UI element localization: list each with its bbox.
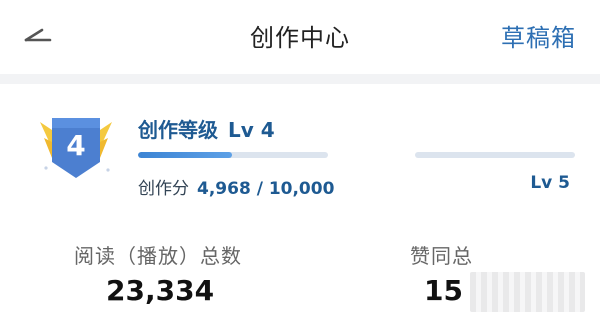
drafts-button[interactable]: 草稿箱 (501, 18, 576, 53)
top-navigation-bar: 创作中心 草稿箱 (0, 0, 600, 72)
header-divider (0, 74, 600, 84)
score-line: 创作分 4,968 / 10,000 (138, 174, 334, 199)
reads-label: 阅读（播放）总数 (74, 244, 242, 268)
next-level-track (415, 152, 575, 158)
level-label-text: 创作等级 (138, 118, 218, 142)
level-badge-icon: 4 (40, 118, 112, 178)
next-level-label: Lv 5 (530, 173, 570, 193)
likes-label: 赞同总 (410, 244, 473, 268)
score-label: 创作分 (138, 179, 189, 199)
level-current: Lv 4 (228, 118, 275, 142)
level-title: 创作等级 Lv 4 (138, 114, 275, 143)
level-progress-fill (138, 152, 233, 158)
reads-value: 23,334 (106, 274, 215, 307)
blurred-overlay (470, 272, 585, 312)
badge-number: 4 (66, 129, 85, 162)
likes-value: 15 (424, 274, 463, 307)
score-value: 4,968 / 10,000 (197, 179, 335, 199)
level-progress-bar (138, 152, 328, 158)
